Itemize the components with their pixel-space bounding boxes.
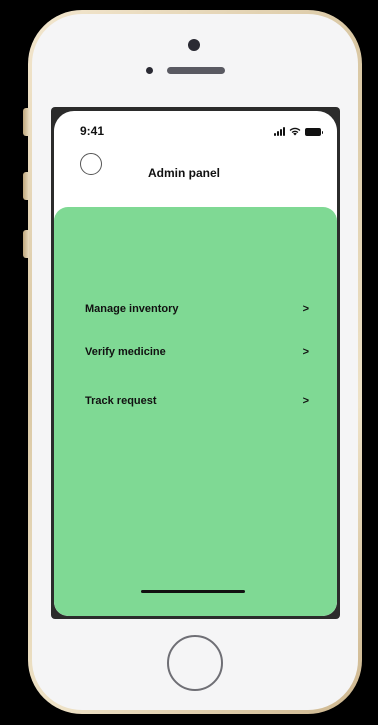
wifi-icon (289, 127, 301, 136)
chevron-right-icon: > (302, 346, 309, 358)
battery-icon (305, 128, 323, 136)
home-indicator[interactable] (141, 590, 245, 593)
page-title: Admin panel (148, 166, 221, 180)
chevron-right-icon: > (302, 303, 309, 315)
volume-down-button (23, 230, 29, 258)
menu-item-label: Track request (85, 395, 157, 407)
volume-up-button (23, 172, 29, 200)
earpiece-speaker (167, 67, 225, 74)
proximity-sensor (146, 67, 153, 74)
avatar-circle-icon[interactable] (80, 153, 102, 175)
menu-panel: Manage inventory > Verify medicine > Tra… (54, 207, 337, 616)
front-camera (188, 39, 200, 51)
status-icons (274, 126, 323, 136)
menu-item-track-request[interactable]: Track request > (85, 391, 311, 411)
chevron-right-icon: > (302, 395, 309, 407)
menu-item-label: Verify medicine (85, 346, 166, 358)
menu-item-verify-medicine[interactable]: Verify medicine > (85, 342, 311, 362)
cellular-signal-icon (274, 126, 285, 136)
menu-item-manage-inventory[interactable]: Manage inventory > (85, 299, 311, 319)
home-button[interactable] (167, 635, 223, 691)
app-screen: 9:41 Admin panel Manage inventory > Veri… (54, 111, 337, 616)
mute-switch (23, 108, 29, 136)
status-time: 9:41 (80, 124, 105, 138)
menu-item-label: Manage inventory (85, 303, 179, 315)
